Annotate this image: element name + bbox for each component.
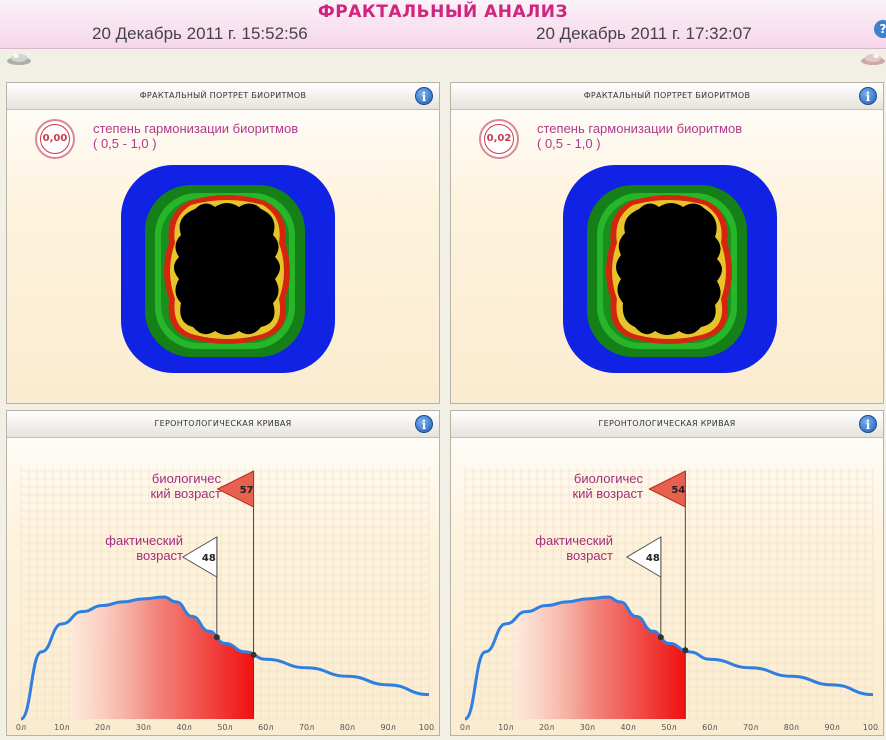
fractal-image [121, 165, 335, 373]
info-icon[interactable]: i [859, 415, 877, 433]
panel-title: ГЕРОНТОЛОГИЧЕСКАЯ КРИВАЯ [451, 411, 883, 438]
x-tick-label: 40л [621, 723, 636, 732]
actual-age-label-line2: возраст [136, 548, 183, 563]
x-tick-label: 60л [702, 723, 717, 732]
panel-title: ФРАКТАЛЬНЫЙ ПОРТРЕТ БИОРИТМОВ [451, 83, 883, 110]
gerontology-curve-panel-left: ГЕРОНТОЛОГИЧЕСКАЯ КРИВАЯ i 57 48 0л 10л 20л 3… [6, 410, 440, 736]
actual-age-point [213, 634, 220, 641]
x-tick-label: 0л [460, 723, 470, 732]
x-tick-label: 100л [419, 723, 435, 732]
panel-title: ГЕРОНТОЛОГИЧЕСКАЯ КРИВАЯ [7, 411, 439, 438]
biological-age-point [250, 651, 257, 658]
biological-age-value: 57 [240, 485, 254, 496]
x-tick-label: 20л [95, 723, 110, 732]
biological-age-value: 54 [671, 485, 685, 496]
x-tick-label: 30л [580, 723, 595, 732]
x-tick-label: 40л [177, 723, 192, 732]
harmonization-badge: 0,00 [35, 119, 75, 159]
x-tick-label: 70л [299, 723, 314, 732]
x-tick-label: 100л [863, 723, 879, 732]
page-title: ФРАКТАЛЬНЫЙ АНАЛИЗ [317, 2, 569, 22]
info-icon[interactable]: i [415, 415, 433, 433]
biological-age-label: биологичес кий возраст [547, 471, 643, 501]
x-tick-label: 0л [16, 723, 26, 732]
x-axis-ticks: 0л 10л 20л 30л 40л 50л 60л 70л 80л 90л 100л [16, 723, 435, 732]
harmonization-value: 0,02 [484, 124, 514, 154]
gerontology-chart: 57 48 0л 10л 20л 30л 40л 50л 60л 70л 80л 90л 100л [16, 467, 435, 732]
fractal-portrait-panel-right: ФРАКТАЛЬНЫЙ ПОРТРЕТ БИОРИТМОВ i 0,02 сте… [450, 82, 884, 404]
fractal-portrait-panel-left: ФРАКТАЛЬНЫЙ ПОРТРЕТ БИОРИТМОВ i 0,00 сте… [6, 82, 440, 404]
panel-title: ФРАКТАЛЬНЫЙ ПОРТРЕТ БИОРИТМОВ [7, 83, 439, 110]
fractal-black-core [616, 203, 722, 335]
actual-age-label-line1: фактический [535, 533, 613, 548]
fractal-black-core [174, 203, 280, 335]
biological-age-label-line1: биологичес [151, 471, 221, 486]
nav-right-icon[interactable] [860, 52, 886, 66]
harmonization-range: ( 0,5 - 1,0 ) [93, 136, 157, 151]
x-tick-label: 80л [784, 723, 799, 732]
x-tick-label: 20л [539, 723, 554, 732]
actual-age-label: фактический возраст [501, 533, 613, 563]
x-tick-label: 70л [743, 723, 758, 732]
title-bar: ФРАКТАЛЬНЫЙ АНАЛИЗ 20 Декабрь 2011 г. 15… [0, 0, 886, 49]
harmonization-badge: 0,02 [479, 119, 519, 159]
x-tick-label: 80л [340, 723, 355, 732]
actual-age-label: фактический возраст [67, 533, 183, 563]
info-icon[interactable]: i [859, 87, 877, 105]
x-tick-label: 10л [498, 723, 513, 732]
actual-age-value: 48 [202, 553, 216, 564]
x-tick-label: 90л [381, 723, 396, 732]
actual-age-label-line2: возраст [566, 548, 613, 563]
harmonization-label: степень гармонизации биоритмов ( 0,5 - 1… [93, 121, 298, 151]
fractal-image [563, 165, 777, 373]
date-right: 20 Декабрь 2011 г. 17:32:07 [536, 24, 752, 43]
biological-age-label-line2: кий возраст [572, 486, 643, 501]
harmonization-label-line1: степень гармонизации биоритмов [537, 121, 743, 136]
actual-age-label-line1: фактический [105, 533, 183, 548]
gerontology-curve-panel-right: ГЕРОНТОЛОГИЧЕСКАЯ КРИВАЯ i 54 48 0л 10л 20л 3… [450, 410, 884, 736]
x-tick-label: 50л [217, 723, 232, 732]
x-tick-label: 60л [258, 723, 273, 732]
actual-age-value: 48 [646, 553, 660, 564]
harmonization-label: степень гармонизации биоритмов ( 0,5 - 1… [537, 121, 742, 151]
x-axis-ticks: 0л 10л 20л 30л 40л 50л 60л 70л 80л 90л 100л [460, 723, 879, 732]
harmonization-label-line1: степень гармонизации биоритмов [93, 121, 299, 136]
harmonization-range: ( 0,5 - 1,0 ) [537, 136, 601, 151]
gerontology-chart: 54 48 0л 10л 20л 30л 40л 50л 60л 70л 80л 90л 100л [460, 467, 879, 732]
actual-age-point [657, 634, 664, 641]
nav-left-icon[interactable] [6, 52, 32, 66]
harmonization-value: 0,00 [40, 124, 70, 154]
date-left: 20 Декабрь 2011 г. 15:52:56 [92, 24, 308, 43]
x-tick-label: 30л [136, 723, 151, 732]
biological-age-label-line1: биологичес [573, 471, 643, 486]
info-icon[interactable]: i [415, 87, 433, 105]
x-tick-label: 90л [825, 723, 840, 732]
x-tick-label: 50л [661, 723, 676, 732]
biological-age-label: биологичес кий возраст [125, 471, 221, 501]
biological-age-point [682, 647, 689, 654]
help-icon[interactable]: ? [874, 20, 886, 38]
biological-age-label-line2: кий возраст [150, 486, 221, 501]
x-tick-label: 10л [54, 723, 69, 732]
